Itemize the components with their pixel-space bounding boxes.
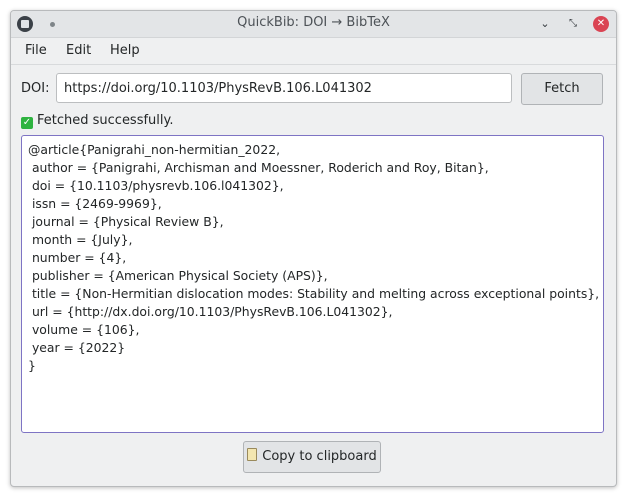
bibtex-line: year = {2022} [28, 340, 126, 355]
close-icon[interactable]: ✕ [593, 16, 609, 32]
fetch-button[interactable]: Fetch [521, 73, 603, 105]
doi-input[interactable] [56, 73, 512, 103]
bibtex-line: publisher = {American Physical Society (… [28, 268, 328, 283]
status-message: ✓ Fetched successfully. [21, 113, 174, 129]
bibtex-line: month = {July}, [28, 232, 133, 247]
bibtex-line: } [28, 358, 36, 373]
bibtex-line: url = {http://dx.doi.org/10.1103/PhysRev… [28, 304, 393, 319]
check-icon: ✓ [21, 117, 33, 129]
menu-bar: File Edit Help [11, 38, 616, 65]
menu-help[interactable]: Help [110, 43, 140, 58]
bibtex-line: @article{Panigrahi_non-hermitian_2022, [28, 142, 281, 157]
menu-file[interactable]: File [25, 43, 47, 58]
copy-button-label: Copy to clipboard [262, 449, 377, 464]
maximize-icon[interactable]: ⤡ [565, 16, 581, 32]
title-bar[interactable]: QuickBib: DOI → BibTeX ⌄ ⤡ ✕ [11, 11, 616, 38]
status-text: Fetched successfully. [37, 113, 174, 128]
menu-edit[interactable]: Edit [66, 43, 91, 58]
bibtex-line: title = {Non-Hermitian dislocation modes… [28, 286, 600, 301]
minimize-icon[interactable]: ⌄ [537, 16, 553, 32]
window-title: QuickBib: DOI → BibTeX [237, 15, 390, 30]
bibtex-line: author = {Panigrahi, Archisman and Moess… [28, 160, 489, 175]
bibtex-output-editor[interactable]: @article{Panigrahi_non-hermitian_2022, a… [21, 135, 604, 433]
app-window: QuickBib: DOI → BibTeX ⌄ ⤡ ✕ File Edit H… [10, 10, 617, 487]
bibtex-line: journal = {Physical Review B}, [28, 214, 224, 229]
bibtex-line: volume = {106}, [28, 322, 140, 337]
doi-label: DOI: [21, 81, 50, 96]
bibtex-line: doi = {10.1103/physrevb.106.l041302}, [28, 178, 284, 193]
copy-to-clipboard-button[interactable]: Copy to clipboard [243, 441, 381, 473]
bibtex-line: issn = {2469-9969}, [28, 196, 162, 211]
clipboard-icon [247, 448, 258, 461]
bibtex-line: number = {4}, [28, 250, 127, 265]
